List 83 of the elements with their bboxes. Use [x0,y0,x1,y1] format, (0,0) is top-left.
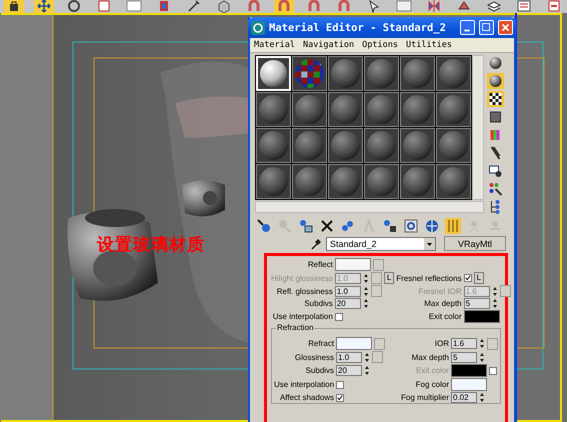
spinner-arrows-icon[interactable] [364,365,370,376]
color-swatch[interactable] [334,258,371,271]
checkbox[interactable] [336,394,344,402]
horizontal-scrollbar[interactable] [255,201,484,213]
parameter-label: Affect shadows [278,393,334,402]
number-field[interactable]: 5 [451,352,477,362]
parameter-label: Reflect [306,260,333,269]
spinner-arrows-icon[interactable] [479,392,485,403]
menu-item[interactable]: Utilities [406,40,452,50]
parameter-label: Use interpolation [274,380,334,389]
number-field[interactable]: 20 [334,298,361,309]
number-field[interactable]: 1.6 [451,338,477,349]
caret-icon[interactable] [424,238,435,250]
move-arrows-icon[interactable] [34,0,54,13]
number-field[interactable]: 20 [336,365,362,376]
menu-item[interactable]: Material [254,40,295,50]
parameter-label: Glossiness [294,352,334,362]
spinner-arrows-icon[interactable] [479,338,485,349]
parameter-label: Fresnel reflections [396,274,462,282]
spinner-arrows-icon[interactable] [479,352,485,362]
lock-button[interactable]: L [474,272,484,284]
menu-item[interactable]: Options [362,40,398,50]
spheres-icon[interactable] [340,218,356,234]
sphere-box-icon[interactable] [298,218,314,234]
checkbox[interactable] [464,274,472,282]
sample-sphere-slot[interactable] [292,56,327,91]
parameter-label: Fog multiplier [400,393,449,402]
sphere-lock-icon[interactable] [382,218,398,234]
parameter-label: Exit color [415,366,449,375]
spinner-arrows-icon[interactable] [364,352,370,362]
number-field[interactable]: 5 [464,298,490,309]
globe-icon[interactable] [424,218,440,234]
eyedropper-icon[interactable] [310,238,322,250]
dropdown-icon[interactable] [124,0,144,13]
sphere-icon[interactable] [487,73,504,89]
checkbox[interactable] [336,380,344,388]
bars-icon[interactable] [445,218,461,234]
number-field[interactable]: 0.02 [451,392,477,403]
nodes-cursor-icon[interactable] [487,181,504,197]
material-name-dropdown[interactable]: Standard_2 [326,236,436,250]
parameter-label: Use interpolation [272,312,333,321]
square-icon[interactable] [487,109,504,125]
number-field[interactable]: 1.0 [334,286,361,296]
vertical-scrollbar[interactable] [472,55,484,200]
number-field[interactable]: 1.0 [336,352,362,362]
parameter-label: Exit color [428,312,462,321]
field-icon[interactable] [394,0,414,13]
parameter-label: Subdivs [303,299,333,308]
checkbox[interactable] [334,312,343,320]
rounded-cube-drawing [182,180,225,216]
spinner-arrows-icon[interactable] [362,286,369,296]
app-logo-icon [251,20,265,34]
parameter-label: Fresnel IOR [418,286,462,296]
lock-icon[interactable] [4,0,24,13]
parameter-label: Subdivs [304,366,334,375]
snap-magnet-icon[interactable] [274,0,294,13]
menu-item[interactable]: Navigation [302,40,354,50]
checker-icon[interactable] [487,91,504,107]
parameter-label: IOR [434,339,449,348]
window-title: Material Editor - Standard_2 [269,22,448,34]
window-sphere-icon[interactable] [487,163,504,179]
maximize-button[interactable] [479,20,494,35]
spinner-arrows-icon[interactable] [492,298,498,309]
parameter-label: Refract [307,339,334,348]
parameter-label: Max depth [423,299,462,308]
spinner-arrows-icon[interactable] [362,272,369,284]
color-swatch[interactable] [451,378,487,391]
sphere-arrow-icon[interactable] [256,218,272,234]
parameter-label: Refl. glossiness [276,286,333,296]
color-swatch[interactable] [464,310,500,323]
spinner-arrows-icon[interactable] [362,298,369,309]
parameter-label: Fog color [414,380,449,389]
group-title: Refraction [276,323,314,332]
parameter-label: Max depth [410,352,449,362]
delete-icon[interactable] [319,218,335,234]
parameter-label: Hilight glossiness [271,274,333,282]
color-swatch[interactable] [336,337,372,350]
material-type-button[interactable]: VRayMtl [444,236,506,251]
sphere-icon[interactable] [487,55,504,71]
minimize-button[interactable] [460,20,475,35]
spinner-arrows-icon[interactable] [492,286,498,296]
annotation-caption: 设置玻璃材质 [97,234,205,256]
close-button[interactable] [498,20,513,35]
